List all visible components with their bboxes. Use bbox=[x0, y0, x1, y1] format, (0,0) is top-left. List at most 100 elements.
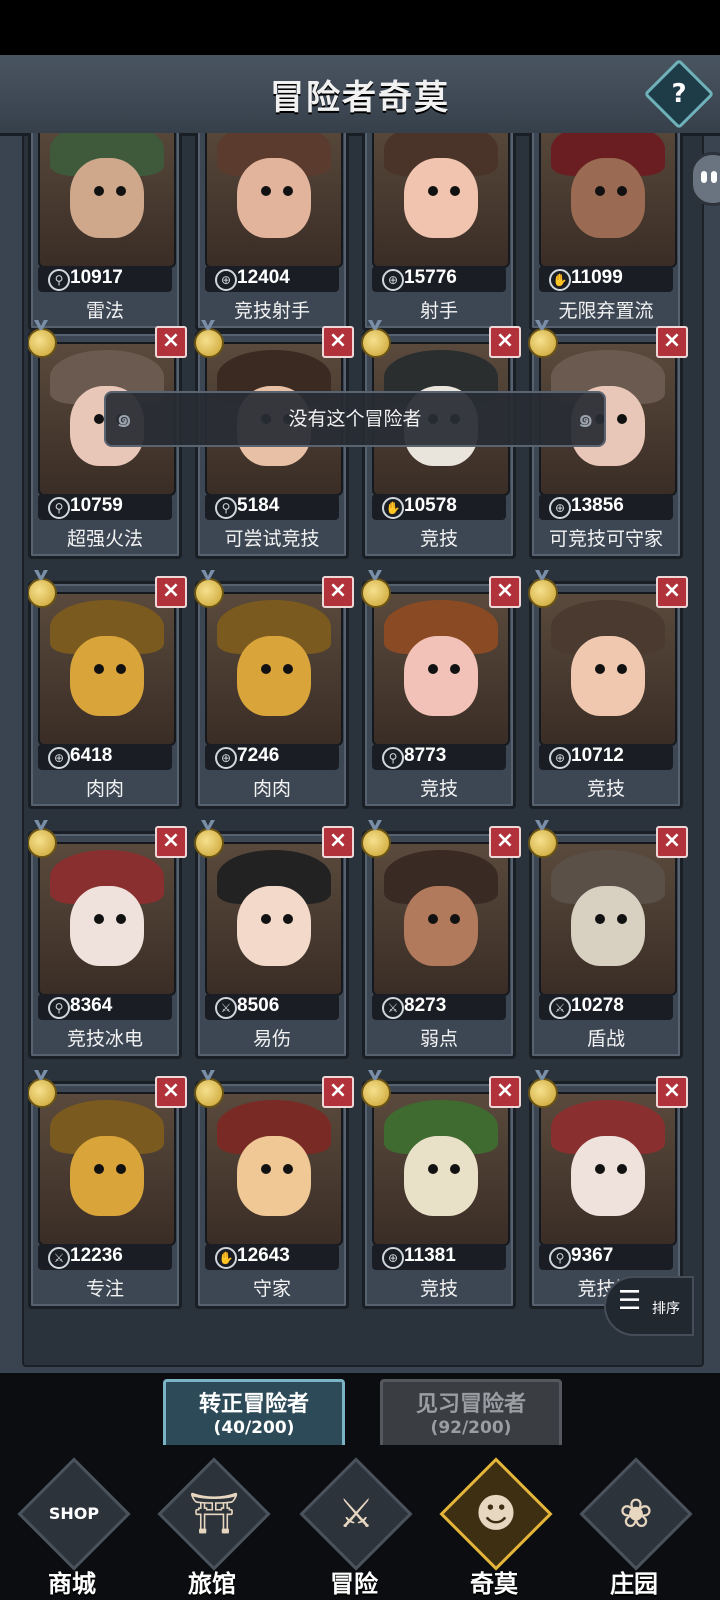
adventurer-note: 可尝试竞技 bbox=[224, 528, 320, 550]
adventurer-card[interactable]: ⊕ 15776 射手 bbox=[362, 133, 516, 331]
adventurer-note: 超强火法 bbox=[66, 528, 143, 550]
adventurer-card[interactable]: ⊕ 11381 竞技 × bbox=[361, 1076, 521, 1309]
nav-adventure[interactable]: ⚔ 冒险 bbox=[294, 1457, 414, 1598]
remove-button[interactable]: × bbox=[489, 576, 521, 608]
adventurer-portrait bbox=[205, 842, 343, 996]
power-value: 12236 bbox=[70, 1245, 123, 1266]
remove-button[interactable]: × bbox=[489, 826, 521, 858]
remove-button[interactable]: × bbox=[489, 1076, 521, 1108]
remove-button[interactable]: × bbox=[656, 576, 688, 608]
power-value: 10278 bbox=[571, 995, 624, 1016]
crosshair-icon: ⊕ bbox=[215, 747, 237, 769]
adventurer-portrait bbox=[38, 592, 176, 746]
remove-button[interactable]: × bbox=[322, 576, 354, 608]
adventurer-note: 肉肉 bbox=[85, 778, 124, 800]
remove-button[interactable]: × bbox=[155, 576, 187, 608]
remove-button[interactable]: × bbox=[656, 326, 688, 358]
side-drawer-handle[interactable] bbox=[690, 152, 720, 206]
adventurer-portrait bbox=[372, 842, 510, 996]
adventurer-note: 竞技 bbox=[419, 1278, 458, 1300]
remove-button[interactable]: × bbox=[155, 1076, 187, 1108]
medal-icon bbox=[361, 328, 391, 358]
staff-icon: ⚲ bbox=[382, 747, 404, 769]
remove-button[interactable]: × bbox=[656, 1076, 688, 1108]
power-value: 10578 bbox=[404, 495, 457, 516]
crosshair-icon: ⊕ bbox=[215, 269, 237, 291]
adventurer-portrait bbox=[372, 133, 510, 268]
remove-button[interactable]: × bbox=[322, 326, 354, 358]
adventurer-note: 盾战 bbox=[586, 1028, 625, 1050]
tab-label: 见习冒险者 bbox=[415, 1392, 526, 1417]
adventurer-portrait bbox=[539, 592, 677, 746]
adventurer-card[interactable]: ✋ 12643 守家 × bbox=[194, 1076, 354, 1309]
adventurer-portrait bbox=[539, 133, 677, 268]
power-stat: ⚲ 8364 bbox=[38, 994, 172, 1020]
remove-button[interactable]: × bbox=[322, 1076, 354, 1108]
remove-button[interactable]: × bbox=[489, 326, 521, 358]
adventurer-portrait bbox=[372, 592, 510, 746]
sword-icon: ⚔ bbox=[549, 997, 571, 1019]
adventurer-card[interactable]: ⚲ 8364 竞技冰电 × bbox=[28, 826, 187, 1059]
chimo-character-icon: ☻ bbox=[475, 1491, 517, 1537]
sword-icon: ⚔ bbox=[48, 1247, 70, 1269]
power-value: 7246 bbox=[237, 745, 280, 766]
sword-icon: ⚔ bbox=[382, 997, 404, 1019]
power-value: 12404 bbox=[237, 267, 290, 288]
medal-icon bbox=[528, 1078, 558, 1108]
claw-icon: ✋ bbox=[382, 497, 404, 519]
nav-label: 冒险 bbox=[330, 1570, 378, 1598]
power-value: 11099 bbox=[571, 267, 623, 288]
adventurer-card[interactable]: ⊕ 10712 竞技 × bbox=[528, 576, 688, 809]
medal-icon bbox=[194, 328, 224, 358]
remove-button[interactable]: × bbox=[656, 826, 688, 858]
tab-count: (40/200) bbox=[213, 1418, 295, 1438]
adventurer-portrait bbox=[38, 133, 176, 268]
power-value: 10917 bbox=[70, 267, 123, 288]
power-stat: ⚔ 10278 bbox=[539, 994, 673, 1020]
adventurer-card[interactable]: ⊕ 6418 肉肉 × bbox=[28, 576, 187, 809]
adventurer-note: 雷法 bbox=[85, 300, 124, 322]
tab-trainee-adventurers[interactable]: 见习冒险者 (92/200) bbox=[380, 1379, 562, 1449]
medal-icon bbox=[361, 1078, 391, 1108]
power-value: 5184 bbox=[237, 495, 280, 516]
adventurer-card[interactable]: ⚲ 8773 竞技 × bbox=[361, 576, 521, 809]
medal-icon bbox=[194, 1078, 224, 1108]
remove-button[interactable]: × bbox=[155, 826, 187, 858]
adventurer-card[interactable]: ⊕ 7246 肉肉 × bbox=[194, 576, 354, 809]
adventurer-card[interactable]: ⚲ 10917 雷法 bbox=[28, 133, 182, 331]
adventurer-card[interactable]: ⊕ 12404 竞技射手 bbox=[195, 133, 349, 331]
adventurer-note: 竞技 bbox=[419, 778, 458, 800]
crosshair-icon: ⊕ bbox=[48, 747, 70, 769]
power-stat: ⚲ 5184 bbox=[205, 494, 339, 520]
adventurer-note: 竞技冰电 bbox=[66, 1028, 143, 1050]
nav-chimo[interactable]: ☻ 奇莫 bbox=[434, 1457, 554, 1598]
medal-icon bbox=[28, 1078, 57, 1108]
medal-icon bbox=[28, 578, 57, 608]
power-stat: ⊕ 10712 bbox=[539, 744, 673, 770]
adventurer-portrait bbox=[539, 842, 677, 996]
power-stat: ⊕ 12404 bbox=[205, 266, 339, 292]
medal-icon bbox=[194, 578, 224, 608]
nav-shop[interactable]: SHOP 商城 bbox=[12, 1457, 132, 1598]
remove-button[interactable]: × bbox=[155, 326, 187, 358]
adventurer-card[interactable]: ⚔ 10278 盾战 × bbox=[528, 826, 688, 1059]
tab-full-adventurers[interactable]: 转正冒险者 (40/200) bbox=[163, 1379, 345, 1449]
nav-inn[interactable]: ⛩ 旅馆 bbox=[152, 1457, 272, 1598]
medal-icon bbox=[194, 828, 224, 858]
nav-label: 奇莫 bbox=[470, 1570, 518, 1598]
status-bar bbox=[0, 0, 720, 55]
power-value: 13856 bbox=[571, 495, 624, 516]
adventurer-card[interactable]: ⚲ 9367 竞技法 × bbox=[528, 1076, 688, 1309]
adventurer-note: 竞技射手 bbox=[233, 300, 310, 322]
adventurer-card[interactable]: ✋ 11099 无限弃置流 bbox=[529, 133, 683, 331]
sort-label: 排序 bbox=[652, 1301, 680, 1317]
nav-manor[interactable]: ❀ 庄园 bbox=[574, 1457, 694, 1598]
remove-button[interactable]: × bbox=[322, 826, 354, 858]
adventurer-note: 无限弃置流 bbox=[558, 300, 654, 322]
power-value: 12643 bbox=[237, 1245, 290, 1266]
adventurer-card[interactable]: ⚔ 12236 专注 × bbox=[28, 1076, 187, 1309]
adventurer-card[interactable]: ⚔ 8506 易伤 × bbox=[194, 826, 354, 1059]
sort-button[interactable]: ☰ 排序 bbox=[604, 1276, 694, 1336]
power-stat: ⊕ 15776 bbox=[372, 266, 506, 292]
adventurer-card[interactable]: ⚔ 8273 弱点 × bbox=[361, 826, 521, 1059]
